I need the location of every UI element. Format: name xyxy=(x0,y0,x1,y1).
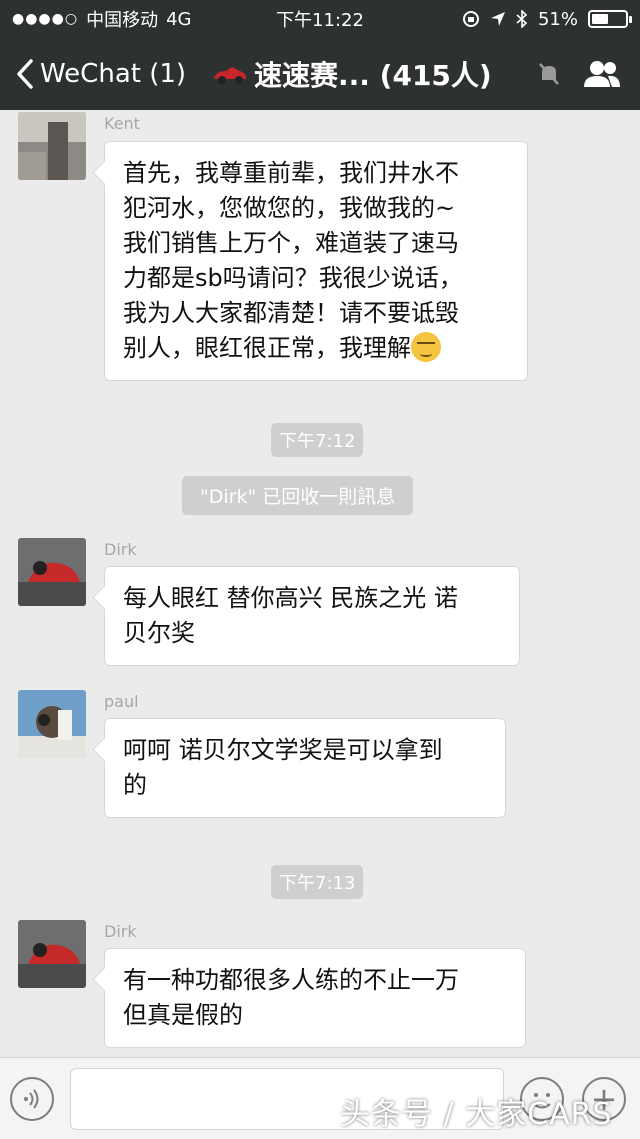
smirk-emoji-icon xyxy=(411,332,441,362)
message-bubble[interactable]: 呵呵 诺贝尔文学奖是可以拿到 的 xyxy=(104,718,506,818)
voice-icon xyxy=(24,1089,39,1109)
battery-icon xyxy=(588,10,632,28)
voice-input-button[interactable] xyxy=(10,1077,54,1121)
avatar[interactable] xyxy=(18,690,86,758)
chat-area[interactable]: Kent 首先，我尊重前辈，我们井水不 犯河水，您做您的，我做我的~ 我们销售上… xyxy=(0,110,640,1057)
timestamp: 下午7:12 xyxy=(271,423,364,457)
group-title[interactable]: 速速赛... (415人) xyxy=(212,38,492,110)
message-bubble[interactable]: 每人眼红 替你高兴 民族之光 诺 贝尔奖 xyxy=(104,566,520,666)
battery-percent: 51% xyxy=(537,8,578,30)
message-text: 每人眼红 替你高兴 民族之光 诺 贝尔奖 xyxy=(123,584,458,647)
back-label: WeChat (1) xyxy=(40,59,187,89)
status-bar: ●●●●○ 中国移动 4G 下午11:22 51% xyxy=(0,0,640,38)
message-text: 首先，我尊重前辈，我们井水不 犯河水，您做您的，我做我的~ 我们销售上万个，难道… xyxy=(123,159,463,362)
message-bubble[interactable]: 首先，我尊重前辈，我们井水不 犯河水，您做您的，我做我的~ 我们销售上万个，难道… xyxy=(104,141,528,381)
location-arrow-icon xyxy=(490,12,505,26)
sender-name: Kent xyxy=(104,114,140,133)
carrier-name: 中国移动 xyxy=(86,10,159,31)
message-bubble[interactable]: 有一种功都很多人练的不止一万 但真是假的 xyxy=(104,948,526,1048)
mute-icon xyxy=(539,63,559,85)
rotation-lock-icon xyxy=(462,11,479,27)
message-text: 呵呵 诺贝尔文学奖是可以拿到 的 xyxy=(123,736,443,799)
system-message: "Dirk" 已回收一則訊息 xyxy=(182,476,414,515)
message-text: 有一种功都很多人练的不止一万 但真是假的 xyxy=(123,966,459,1029)
network-type: 4G xyxy=(166,8,192,30)
bluetooth-icon xyxy=(516,10,528,28)
timestamp: 下午7:13 xyxy=(271,865,364,899)
avatar[interactable] xyxy=(18,112,86,180)
chevron-left-icon xyxy=(17,59,33,89)
group-members-icon[interactable] xyxy=(582,59,622,89)
avatar[interactable] xyxy=(18,920,86,988)
group-title-text: 速速赛... (415人) xyxy=(254,59,492,92)
battery-fill xyxy=(592,14,609,24)
back-button[interactable]: WeChat (1) xyxy=(0,59,186,89)
race-car-icon xyxy=(214,67,246,84)
sender-name: Dirk xyxy=(104,540,137,559)
sender-name: Dirk xyxy=(104,922,137,941)
chat-header: WeChat (1) 速速赛... (415人) xyxy=(0,38,640,110)
signal-strength-icon: ●●●●○ xyxy=(12,11,79,27)
watermark: 头条号 / 大家CARS xyxy=(340,1097,613,1132)
sender-name: paul xyxy=(104,692,139,711)
avatar[interactable] xyxy=(18,538,86,606)
